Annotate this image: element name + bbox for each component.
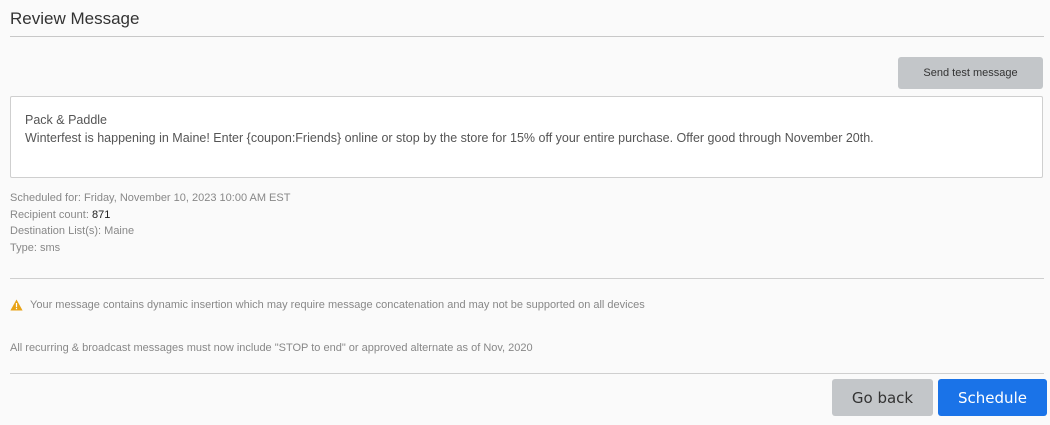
send-test-message-button[interactable]: Send test message bbox=[898, 57, 1043, 89]
scheduled-value: Friday, November 10, 2023 10:00 AM EST bbox=[84, 192, 291, 204]
go-back-button[interactable]: Go back bbox=[832, 379, 933, 416]
destination-row: Destination List(s): Maine bbox=[10, 223, 290, 240]
compliance-notice: All recurring & broadcast messages must … bbox=[10, 342, 533, 354]
message-sender: Pack & Paddle bbox=[25, 113, 107, 127]
type-row: Type: sms bbox=[10, 240, 290, 257]
title-divider bbox=[10, 36, 1044, 37]
destination-label: Destination List(s): bbox=[10, 225, 102, 238]
actions-divider bbox=[10, 373, 1044, 374]
warning-triangle-icon bbox=[10, 299, 23, 311]
message-preview: Pack & Paddle Winterfest is happening in… bbox=[10, 96, 1043, 178]
message-body: Winterfest is happening in Maine! Enter … bbox=[25, 131, 874, 145]
recipient-label: Recipient count: bbox=[10, 208, 89, 221]
scheduled-row: Scheduled for: Friday, November 10, 2023… bbox=[10, 190, 290, 207]
type-value: sms bbox=[39, 242, 61, 255]
warning-message: Your message contains dynamic insertion … bbox=[10, 299, 645, 311]
message-details: Scheduled for: Friday, November 10, 2023… bbox=[10, 190, 290, 257]
recipient-row: Recipient count: 871 bbox=[10, 207, 290, 224]
scheduled-label: Scheduled for: bbox=[10, 192, 81, 204]
page-title: Review Message bbox=[10, 9, 140, 28]
type-label: Type: bbox=[10, 242, 37, 255]
warning-text: Your message contains dynamic insertion … bbox=[30, 299, 645, 311]
recipient-count: 871 bbox=[91, 208, 111, 221]
destination-value: Maine bbox=[104, 225, 135, 238]
schedule-button[interactable]: Schedule bbox=[938, 379, 1047, 416]
details-divider bbox=[10, 278, 1044, 279]
